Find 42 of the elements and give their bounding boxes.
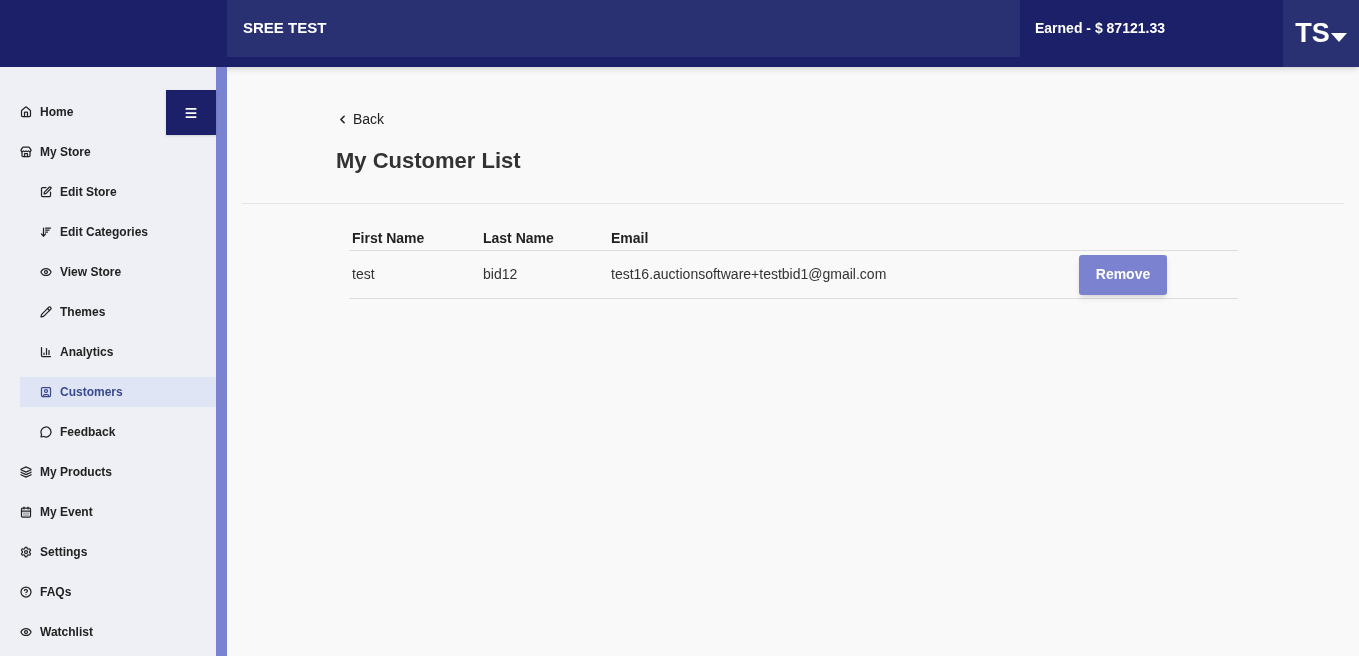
speech-bubble-icon bbox=[40, 426, 52, 438]
sidebar-item[interactable]: View Store bbox=[20, 257, 216, 287]
calendar-icon bbox=[20, 506, 32, 518]
sidebar-item[interactable]: FAQs bbox=[0, 577, 216, 607]
store-icon bbox=[20, 146, 32, 158]
column-header: Last Name bbox=[482, 229, 555, 248]
sidebar-item[interactable]: Settings bbox=[0, 537, 216, 567]
layers-icon bbox=[20, 466, 32, 478]
eye-icon bbox=[40, 266, 52, 278]
help-icon bbox=[20, 586, 32, 598]
profile-menu[interactable]: TS bbox=[1283, 0, 1359, 67]
sidebar-item[interactable]: Themes bbox=[20, 297, 216, 327]
sidebar-item[interactable]: Home bbox=[0, 97, 216, 127]
sidebar-item[interactable]: Analytics bbox=[20, 337, 216, 367]
pencil-icon bbox=[40, 306, 52, 318]
menu-toggle[interactable] bbox=[166, 90, 216, 135]
column-header: Email bbox=[610, 229, 649, 248]
table-cell-text: test bbox=[351, 265, 376, 284]
page-title: My Customer List bbox=[336, 147, 522, 175]
sidebar-item[interactable]: Feedback bbox=[20, 417, 216, 447]
column-header: First Name bbox=[351, 229, 426, 248]
sidebar-item[interactable]: My Event bbox=[0, 497, 216, 527]
table-cell-text: test16.auctionsoftware+testbid1@gmail.com bbox=[610, 265, 888, 284]
sidebar-item[interactable]: My Products bbox=[0, 457, 216, 487]
sort-icon bbox=[40, 226, 52, 238]
eye-icon bbox=[20, 626, 32, 638]
caret-icon bbox=[1330, 33, 1347, 42]
table-cell-text: bid12 bbox=[482, 265, 519, 284]
house-icon bbox=[20, 106, 32, 118]
edit-icon bbox=[40, 186, 52, 198]
sidebar-item[interactable]: My Store bbox=[0, 137, 216, 167]
bar-chart-icon bbox=[40, 346, 52, 358]
sidebar-item[interactable]: Edit Categories bbox=[20, 217, 216, 247]
menu-icon bbox=[184, 105, 198, 120]
sidebar-item[interactable]: Customers bbox=[20, 377, 216, 407]
earned-amount: Earned - $ 87121.33 bbox=[1035, 19, 1165, 38]
settings-icon bbox=[20, 546, 32, 558]
back-link[interactable]: Back bbox=[336, 109, 1359, 130]
sidebar-item[interactable]: Edit Store bbox=[20, 177, 216, 207]
sidebar-item[interactable]: Watchlist bbox=[0, 617, 216, 647]
store-title: SREE TEST bbox=[243, 18, 327, 39]
contact-card-icon bbox=[40, 386, 52, 398]
